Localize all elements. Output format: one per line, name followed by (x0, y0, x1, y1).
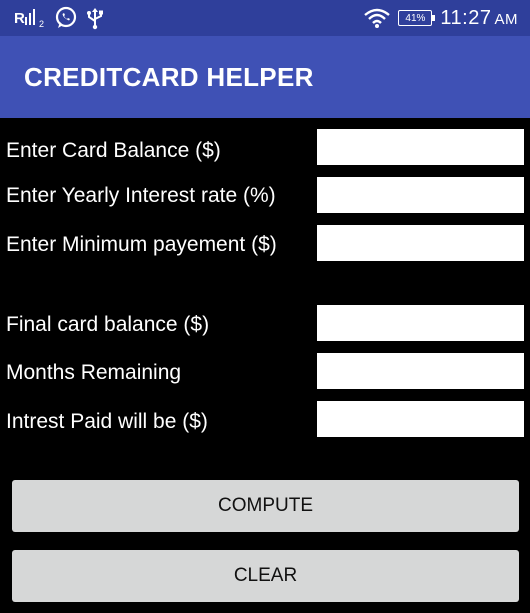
battery-icon: 41% (398, 10, 436, 26)
status-right: 41% 11:27 AM (364, 6, 518, 30)
wifi-icon (364, 8, 391, 28)
minimum-payment-label: Enter Minimum payement ($) (6, 233, 277, 256)
app-title: CREDITCARD HELPER (24, 62, 314, 92)
clock-ampm: AM (494, 10, 518, 28)
signal-icon: R 2 (14, 7, 48, 29)
final-balance-field[interactable] (317, 305, 524, 341)
status-bar: R 2 41% 11:27 AM (0, 0, 530, 36)
usb-icon (84, 6, 106, 30)
app-toolbar: CREDITCARD HELPER (0, 36, 530, 118)
card-balance-label: Enter Card Balance ($) (6, 139, 221, 162)
status-clock: 11:27 AM (440, 7, 518, 30)
whatsapp-icon (54, 6, 78, 30)
interest-paid-field[interactable] (317, 401, 524, 437)
interest-rate-input[interactable] (317, 177, 524, 213)
minimum-payment-input[interactable] (317, 225, 524, 261)
card-balance-input[interactable] (317, 129, 524, 165)
compute-button[interactable]: COMPUTE (12, 480, 519, 532)
months-remaining-field[interactable] (317, 353, 524, 389)
final-balance-label: Final card balance ($) (6, 313, 210, 336)
clock-time: 11:27 (440, 6, 492, 29)
status-left-icons: R 2 (14, 6, 106, 30)
interest-paid-label: Intrest Paid will be ($) (6, 410, 208, 433)
svg-text:R: R (14, 10, 25, 27)
battery-level: 41% (405, 12, 426, 24)
svg-text:2: 2 (39, 19, 44, 29)
months-remaining-label: Months Remaining (6, 361, 182, 384)
clear-button[interactable]: CLEAR (12, 550, 519, 602)
interest-rate-label: Enter Yearly Interest rate (%) (6, 184, 276, 207)
